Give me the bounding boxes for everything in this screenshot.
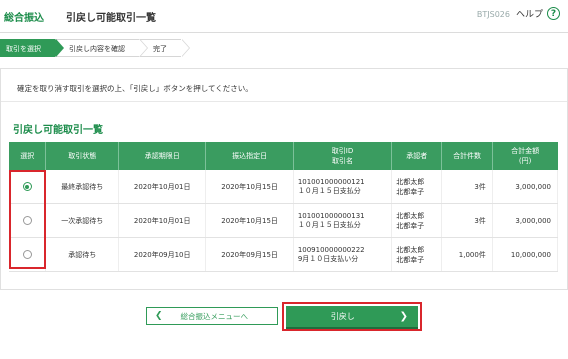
chevron-left-icon: ❮	[155, 311, 163, 321]
help-link[interactable]: ヘルプ ?	[516, 7, 560, 20]
chevron-right-icon: ❯	[399, 311, 408, 322]
transfer-date-cell: 2020年10月15日	[205, 170, 294, 204]
instruction-text: 確定を取り消す取引を選択の上、「引戻し」ボタンを押してください。	[17, 84, 253, 93]
section-title: 引戻し可能取引一覧	[13, 125, 103, 136]
page: 総合振込 引戻し可能取引一覧 BTJS026 ヘルプ ? 取引を選択 引戻し内容…	[0, 0, 568, 359]
approval-deadline-cell: 2020年10月01日	[118, 203, 207, 238]
header-id-name: 取引ID 取引名	[293, 142, 393, 170]
count-cell: 3件	[441, 170, 493, 204]
approver-1: 北都太郎	[396, 177, 425, 186]
transaction-name: 9月１０日支払い分	[297, 254, 359, 263]
amount-cell: 3,000,000	[492, 170, 559, 204]
transaction-name: １０月１５日支払分	[297, 186, 361, 195]
count-cell: 1,000件	[441, 237, 493, 272]
header-amount: 合計金額	[511, 147, 540, 155]
table-row[interactable]: 一次承認待ち 2020年10月01日 2020年10月15日 101001000…	[9, 203, 559, 238]
header-select: 選択	[9, 142, 47, 170]
transaction-id: 101001000000121	[297, 177, 365, 186]
approver-1: 北都太郎	[396, 245, 425, 254]
header-amount-unit: (円)	[518, 157, 532, 165]
back-button-label: 総合振込メニューへ	[180, 311, 249, 321]
recall-button-label: 引戻し	[330, 312, 355, 321]
header-approver: 承認者	[391, 142, 443, 170]
recallable-transactions-table: 選択 取引状態 承認期限日 振込指定日 取引ID 取引名 承認者 合計件数 合計金…	[9, 142, 559, 272]
header-approval-deadline: 承認期限日	[118, 142, 207, 170]
id-name-cell: 101001000000131 １０月１５日支払分	[293, 203, 393, 238]
status-cell: 最終承認待ち	[45, 170, 119, 204]
table-row[interactable]: 承認待ち 2020年09月10日 2020年09月15日 10091000000…	[9, 237, 559, 272]
brand-title: 総合振込	[4, 13, 44, 24]
header-total-amount: 合計金額 (円)	[492, 142, 558, 170]
header: 総合振込 引戻し可能取引一覧 BTJS026 ヘルプ ?	[0, 0, 568, 33]
approver-cell: 北都太郎 北都幸子	[391, 237, 443, 272]
table-row[interactable]: 最終承認待ち 2020年10月01日 2020年10月15日 101001000…	[9, 170, 559, 204]
transaction-id: 100910000000222	[297, 245, 365, 254]
step-confirm-recall: 引戻し内容を確認	[55, 39, 148, 57]
status-cell: 承認待ち	[45, 237, 119, 272]
status-cell: 一次承認待ち	[45, 203, 119, 238]
step-select-transaction: 取引を選択	[0, 39, 64, 57]
approver-cell: 北都太郎 北都幸子	[391, 203, 443, 238]
help-icon[interactable]: ?	[547, 7, 560, 20]
approval-deadline-cell: 2020年10月01日	[118, 170, 207, 204]
approval-deadline-cell: 2020年09月10日	[118, 237, 207, 272]
selection-highlight	[9, 170, 46, 269]
table-header-row: 選択 取引状態 承認期限日 振込指定日 取引ID 取引名 承認者 合計件数 合計金…	[9, 142, 558, 170]
header-name: 取引名	[332, 157, 354, 165]
approver-cell: 北都太郎 北都幸子	[391, 170, 443, 204]
transaction-name: １０月１５日支払分	[297, 220, 361, 229]
header-status: 取引状態	[45, 142, 119, 170]
approver-2: 北都幸子	[396, 255, 425, 264]
progress-steps: 取引を選択 引戻し内容を確認 完了	[0, 39, 190, 57]
approver-1: 北都太郎	[396, 211, 425, 220]
recall-button[interactable]: 引戻し ❯	[286, 306, 418, 327]
count-cell: 3件	[441, 203, 493, 238]
help-label: ヘルプ	[515, 10, 543, 20]
amount-cell: 3,000,000	[492, 203, 559, 238]
id-name-cell: 101001000000121 １０月１５日支払分	[293, 170, 393, 204]
transfer-date-cell: 2020年09月15日	[205, 237, 294, 272]
id-name-cell: 100910000000222 9月１０日支払い分	[293, 237, 393, 272]
header-total-count: 合計件数	[441, 142, 493, 170]
page-title: 引戻し可能取引一覧	[66, 13, 156, 24]
approver-2: 北都幸子	[396, 187, 425, 196]
divider	[1, 101, 567, 102]
header-transfer-date: 振込指定日	[205, 142, 294, 170]
back-to-menu-button[interactable]: ❮ 総合振込メニューへ	[146, 307, 278, 325]
header-id: 取引ID	[331, 147, 354, 155]
amount-cell: 10,000,000	[492, 237, 559, 272]
transfer-date-cell: 2020年10月15日	[205, 203, 294, 238]
transaction-id: 101001000000131	[297, 211, 365, 220]
screen-id: BTJS026	[476, 10, 510, 19]
approver-2: 北都幸子	[396, 221, 425, 230]
